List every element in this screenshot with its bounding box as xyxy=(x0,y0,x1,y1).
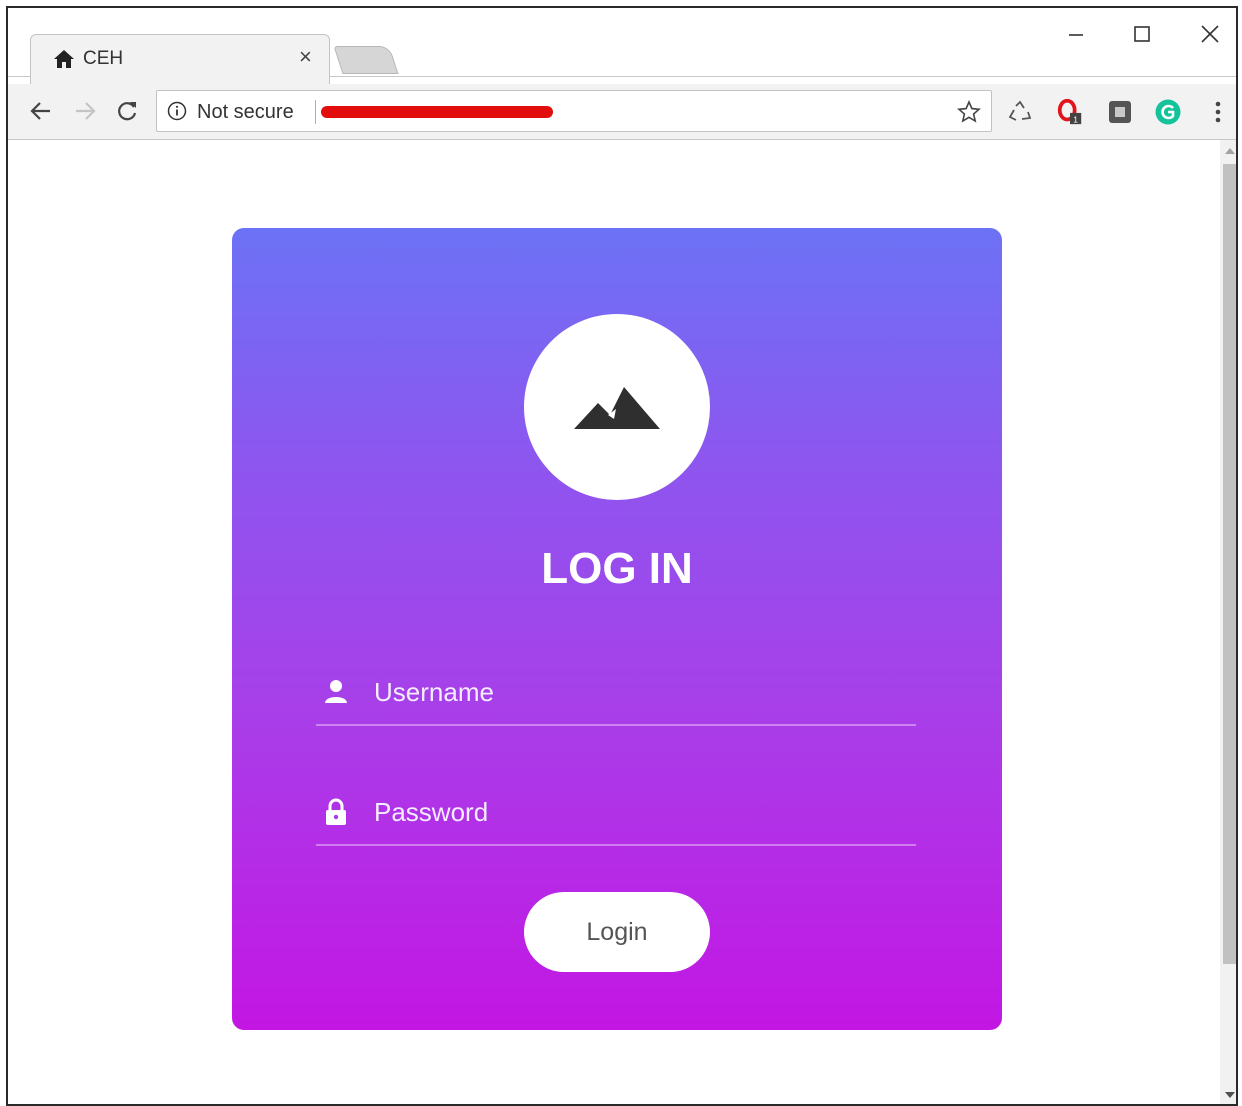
svg-text:1: 1 xyxy=(1073,114,1078,124)
redacted-url xyxy=(321,106,553,118)
page-viewport: LOG IN Username Password Login xyxy=(8,140,1218,1104)
forward-arrow-icon xyxy=(76,102,96,120)
scroll-down-arrow-icon[interactable] xyxy=(1224,1090,1236,1100)
security-status[interactable]: Not secure xyxy=(197,101,294,124)
mountain-icon xyxy=(574,387,660,429)
recycle-extension[interactable] xyxy=(1006,98,1034,126)
grammarly-icon xyxy=(1155,99,1181,125)
tab-close-icon[interactable]: × xyxy=(299,44,312,69)
browser-window: CEH × Not secure 1 LOG IN Username Passw… xyxy=(6,6,1238,1106)
back-arrow-icon xyxy=(30,102,50,120)
minimize-button[interactable] xyxy=(1056,16,1096,52)
maximize-icon xyxy=(1134,26,1150,42)
password-placeholder: Password xyxy=(374,797,489,827)
tab-ceh[interactable]: CEH × xyxy=(30,34,330,84)
back-button[interactable] xyxy=(26,96,56,126)
scroll-up-arrow-icon[interactable] xyxy=(1224,146,1236,156)
home-icon xyxy=(54,50,74,68)
new-tab-button[interactable] xyxy=(333,46,399,74)
user-icon xyxy=(325,680,347,703)
browser-toolbar: Not secure 1 xyxy=(8,84,1236,140)
address-divider xyxy=(315,100,316,124)
tab-strip: CEH × xyxy=(8,8,1236,84)
window-close-button[interactable] xyxy=(1190,16,1230,52)
maximize-button[interactable] xyxy=(1122,16,1162,52)
recycle-icon xyxy=(1008,100,1032,121)
reload-button[interactable] xyxy=(112,96,142,126)
address-bar[interactable]: Not secure xyxy=(156,90,992,132)
square-extension[interactable] xyxy=(1106,98,1134,126)
login-button[interactable]: Login xyxy=(524,892,710,972)
page-scrollbar[interactable] xyxy=(1220,140,1236,1104)
username-field[interactable]: Username xyxy=(316,662,916,726)
login-title: LOG IN xyxy=(541,544,693,593)
kebab-menu-icon xyxy=(1215,101,1221,123)
opera-icon: 1 xyxy=(1057,98,1082,124)
login-card: LOG IN Username Password Login xyxy=(232,228,1002,1030)
browser-menu-button[interactable] xyxy=(1204,98,1232,126)
forward-button[interactable] xyxy=(70,96,100,126)
logo xyxy=(524,314,710,500)
tab-title: CEH xyxy=(83,48,124,69)
reload-icon xyxy=(118,102,137,121)
password-field[interactable]: Password xyxy=(316,782,916,846)
lock-icon xyxy=(326,798,346,825)
grammarly-extension[interactable] xyxy=(1154,98,1182,126)
minimize-icon xyxy=(1069,34,1083,36)
info-icon[interactable] xyxy=(167,101,187,121)
star-icon[interactable] xyxy=(957,100,981,124)
close-icon xyxy=(1201,25,1219,43)
username-placeholder: Username xyxy=(374,677,494,707)
opera-extension[interactable]: 1 xyxy=(1056,98,1084,126)
square-extension-icon xyxy=(1109,101,1131,123)
scrollbar-thumb[interactable] xyxy=(1223,164,1236,964)
